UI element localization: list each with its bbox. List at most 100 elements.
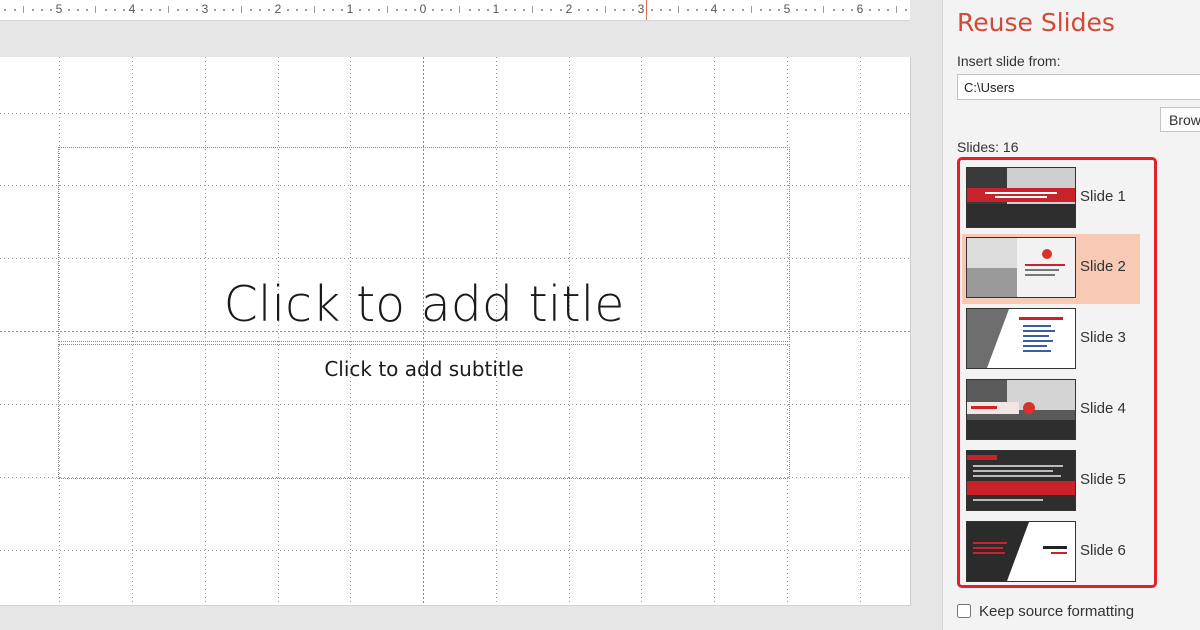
ruler-tick [768, 9, 771, 11]
ruler-tick [523, 9, 526, 11]
ruler-cursor-marker [646, 0, 647, 20]
ruler-tick [586, 9, 589, 11]
ruler-tick [222, 9, 225, 11]
slide-item-selected[interactable]: Slide 2 [962, 234, 1140, 304]
slide-thumbnail [966, 379, 1076, 440]
ruler-tick [605, 6, 606, 13]
title-placeholder-text: Click to add title [223, 276, 625, 333]
ruler-tick [13, 9, 16, 11]
reuse-slides-pane: Reuse Slides Insert slide from: Brow Sli… [942, 0, 1200, 630]
ruler-tick [22, 6, 24, 13]
ruler-tick [213, 9, 216, 11]
ruler-tick [686, 9, 689, 11]
ruler-tick [677, 6, 679, 13]
ruler-tick [95, 6, 97, 13]
ruler-tick [595, 9, 598, 11]
ruler-tick [668, 9, 671, 11]
slide-item-label: Slide 4 [1080, 400, 1126, 417]
ruler-tick [741, 9, 744, 11]
keep-source-formatting-checkbox[interactable] [957, 604, 971, 618]
ruler-tick [113, 9, 116, 11]
ruler-tick [577, 9, 580, 11]
ruler-tick [268, 9, 271, 11]
ruler-label: 5 [55, 2, 63, 16]
slide-editor: 5 4 3 2 1 0 1 2 3 4 5 6 Click to add tit… [0, 0, 942, 630]
ruler-tick [459, 6, 461, 13]
ruler-tick [805, 9, 808, 11]
ruler-tick [186, 9, 189, 11]
slides-count: Slides: 16 [957, 139, 1019, 155]
ruler-tick [541, 9, 544, 11]
slide-item[interactable]: Slide 5 [962, 447, 1140, 517]
ruler-tick [395, 9, 398, 11]
ruler-tick [732, 9, 735, 11]
slide-item[interactable]: Slide 4 [962, 376, 1140, 446]
slide-item-label: Slide 1 [1080, 188, 1126, 205]
browse-button[interactable]: Brow [1160, 107, 1200, 132]
ruler-tick [559, 9, 562, 11]
slide-canvas[interactable]: Click to add title Click to add subtitle [0, 57, 911, 606]
ruler-tick [796, 9, 799, 11]
slide-thumbnail [966, 237, 1076, 298]
ruler-tick [368, 9, 371, 11]
ruler-label: 2 [274, 2, 282, 16]
source-path-input[interactable] [957, 74, 1200, 100]
subtitle-placeholder[interactable]: Click to add subtitle [58, 344, 790, 479]
slide-item[interactable]: Slide 3 [962, 305, 1140, 375]
ruler-tick [477, 9, 480, 11]
ruler-tick [823, 6, 825, 13]
slide-item-label: Slide 5 [1080, 471, 1126, 488]
slide-item[interactable]: Slide 6 [962, 518, 1140, 588]
horizontal-ruler[interactable]: 5 4 3 2 1 0 1 2 3 4 5 6 [0, 0, 910, 21]
ruler-tick [486, 9, 489, 11]
ruler-label: 5 [783, 2, 791, 16]
ruler-tick [231, 9, 234, 11]
ruler-tick [195, 9, 198, 11]
slide-thumbnail-list: Slide 1 Slide 2 Slide 3 Slide 4 Slide 5 … [957, 157, 1157, 588]
ruler-tick [623, 9, 626, 11]
ruler-tick [832, 9, 835, 11]
slide-item-label: Slide 2 [1080, 258, 1126, 275]
slide-item[interactable]: Slide 1 [962, 164, 1140, 234]
ruler-tick [532, 6, 534, 13]
ruler-tick [696, 9, 698, 11]
ruler-tick [386, 6, 388, 13]
keep-source-formatting-label: Keep source formatting [979, 603, 1135, 620]
pane-title: Reuse Slides [957, 8, 1115, 37]
ruler-tick [905, 9, 908, 11]
ruler-tick [122, 9, 125, 11]
ruler-tick [413, 9, 416, 11]
ruler-tick [49, 9, 52, 11]
ruler-tick [723, 9, 726, 11]
title-placeholder[interactable]: Click to add title [58, 147, 790, 342]
ruler-tick [31, 9, 34, 11]
ruler-tick [322, 9, 325, 11]
ruler-tick [750, 6, 752, 13]
ruler-tick [332, 9, 334, 11]
ruler-tick [77, 9, 80, 11]
ruler-label: 0 [419, 2, 427, 16]
ruler-tick [377, 9, 380, 11]
ruler-tick [177, 9, 180, 11]
ruler-tick [86, 9, 89, 11]
ruler-tick [659, 9, 662, 11]
ruler-tick [295, 9, 298, 11]
ruler-tick [814, 9, 817, 11]
ruler-tick [259, 9, 262, 11]
ruler-tick [468, 9, 471, 11]
ruler-tick [868, 9, 871, 11]
ruler-tick [705, 9, 708, 11]
ruler-tick [614, 9, 617, 11]
ruler-tick [168, 6, 170, 13]
ruler-tick [313, 6, 315, 13]
subtitle-placeholder-text: Click to add subtitle [324, 357, 524, 381]
ruler-tick [632, 9, 635, 11]
ruler-tick [650, 9, 653, 11]
ruler-tick [241, 6, 242, 13]
ruler-label: 2 [565, 2, 573, 16]
insert-slide-from-label: Insert slide from: [957, 53, 1061, 69]
slide-thumbnail [966, 521, 1076, 582]
slide-thumbnail [966, 450, 1076, 511]
ruler-tick [104, 9, 107, 11]
ruler-tick [68, 9, 71, 11]
